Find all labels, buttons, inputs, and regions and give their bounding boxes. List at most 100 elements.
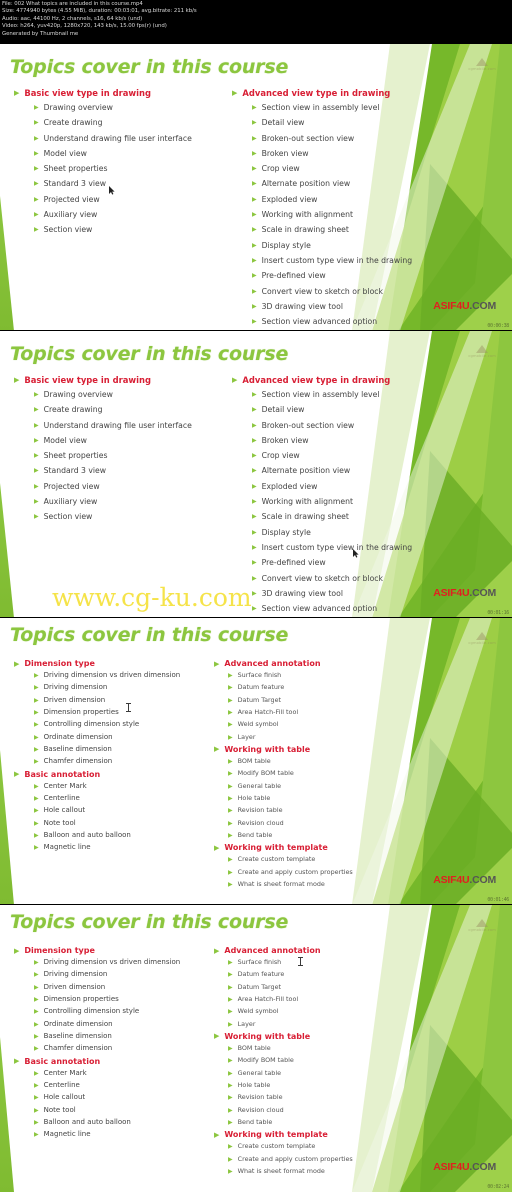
bullet-arrow-icon: ▶	[228, 831, 233, 839]
topic-column-right: ▶ Advanced view type in drawing ▶ Section …	[232, 88, 412, 330]
topic-label: Alternate position view	[261, 179, 351, 189]
topic-column-right: ▶ Advanced view type in drawing ▶ Section …	[232, 375, 412, 617]
topic-label: Scale in drawing sheet	[261, 225, 349, 235]
thumbnail-frame-4[interactable]: cgmobile.com Topics cover in this course…	[0, 905, 512, 1192]
bullet-arrow-icon: ▶	[228, 709, 233, 717]
bullet-arrow-icon: ▶	[252, 272, 257, 280]
bullet-arrow-icon: ▶	[34, 421, 39, 429]
topic-label: Working with alignment	[261, 210, 354, 220]
topic-item: ▶ Revision cloud	[228, 819, 353, 827]
bullet-arrow-icon: ▶	[34, 195, 39, 203]
topic-label: Ordinate dimension	[43, 732, 113, 741]
topic-label: Section view in assembly level	[261, 390, 380, 399]
topic-label: Datum Target	[237, 982, 282, 991]
bullet-arrow-icon: ▶	[34, 971, 39, 979]
slide-canvas-3: cgmobile.com Topics cover in this course…	[0, 618, 512, 904]
thumbnail-frame-3[interactable]: cgmobile.com Topics cover in this course…	[0, 618, 512, 905]
topic-item: ▶ Standard 3 view	[34, 466, 192, 475]
brand-logo: ASIF4U.COM	[433, 587, 496, 599]
bullet-arrow-icon: ▶	[214, 843, 220, 852]
slide-canvas-4: cgmobile.com Topics cover in this course…	[0, 905, 512, 1192]
topic-item: ▶ Driving dimension	[34, 970, 180, 978]
topic-label: Display style	[261, 527, 311, 537]
topic-heading: ▶ Advanced annotation	[214, 946, 353, 955]
bullet-arrow-icon: ▶	[34, 996, 39, 1004]
topic-label: Modify BOM table	[237, 769, 294, 778]
topic-item: ▶ Centerline	[34, 794, 180, 802]
topic-label: Hole callout	[43, 1093, 86, 1102]
topic-label: Layer	[237, 1019, 256, 1028]
topic-label: Datum Target	[237, 695, 282, 704]
topic-label: Area Hatch-Fill tool	[237, 708, 299, 717]
topic-label: General table	[237, 1068, 282, 1077]
topic-item: ▶ Exploded view	[252, 195, 412, 204]
topic-item: ▶ Datum Target	[228, 696, 353, 704]
topic-label: Revision cloud	[237, 1105, 284, 1114]
meta-line-generator: Generated by Thumbnail me	[2, 30, 79, 37]
topic-item: ▶ Working with alignment	[252, 497, 412, 506]
topic-label: Crop view	[261, 164, 300, 174]
brand-logo: ASIF4U.COM	[433, 1161, 496, 1173]
topic-heading: ▶ Advanced view type in drawing	[232, 88, 412, 98]
topic-item: ▶ Insert custom type view in the drawing	[252, 256, 412, 265]
bullet-arrow-icon: ▶	[34, 733, 39, 741]
bullet-arrow-icon: ▶	[34, 819, 39, 827]
bullet-arrow-icon: ▶	[14, 659, 20, 668]
topic-label: Hole table	[237, 1081, 271, 1090]
topic-item: ▶ Chamfer dimension	[34, 757, 180, 765]
topic-label: Model view	[43, 148, 87, 158]
topic-label: Sheet properties	[43, 164, 108, 174]
topic-item: ▶ Section view	[34, 512, 192, 521]
bullet-arrow-icon: ▶	[34, 745, 39, 753]
topic-label: Create and apply custom properties	[237, 1154, 353, 1163]
topic-label: Understand drawing file user interface	[43, 420, 192, 430]
bullet-arrow-icon: ▶	[228, 881, 233, 889]
bullet-arrow-icon: ▶	[34, 482, 39, 490]
topic-item: ▶ Hole callout	[34, 806, 180, 814]
topic-item: ▶ Understand drawing file user interface	[34, 134, 192, 143]
topic-item: ▶ Area Hatch-Fill tool	[228, 995, 353, 1003]
topic-label: Detail view	[261, 405, 305, 415]
thumbnail-frame-1[interactable]: cgmobile.com Topics cover in this course…	[0, 44, 512, 331]
frame-timestamp: 00:01:46	[487, 897, 509, 903]
topic-heading: ▶ Basic annotation	[14, 770, 180, 779]
topic-label: Standard 3 view	[43, 179, 107, 189]
bullet-arrow-icon: ▶	[228, 1143, 233, 1151]
bullet-arrow-icon: ▶	[14, 946, 20, 955]
topic-item: ▶ What is sheet format mode	[228, 880, 353, 888]
topic-label: Balloon and auto balloon	[43, 1117, 131, 1126]
bullet-arrow-icon: ▶	[34, 452, 39, 460]
topic-label: Projected view	[43, 194, 100, 204]
topic-heading: ▶ Working with table	[214, 745, 353, 754]
bullet-arrow-icon: ▶	[228, 996, 233, 1004]
topic-label: Driving dimension vs driven dimension	[43, 958, 181, 967]
topic-label: Area Hatch-Fill tool	[237, 995, 299, 1004]
topic-item: ▶ Projected view	[34, 482, 192, 491]
topic-label: Note tool	[43, 818, 76, 827]
topic-label: Driving dimension	[43, 683, 108, 692]
bullet-arrow-icon: ▶	[34, 406, 39, 414]
bullet-arrow-icon: ▶	[34, 831, 39, 839]
topic-item: ▶ Balloon and auto balloon	[34, 1118, 180, 1126]
topic-item: ▶ Sheet properties	[34, 451, 192, 460]
topic-label: Weld symbol	[237, 1007, 279, 1016]
topic-label: Broken view	[261, 148, 309, 158]
topic-label: Insert custom type view in the drawing	[261, 255, 413, 265]
bullet-arrow-icon: ▶	[34, 149, 39, 157]
bullet-arrow-icon: ▶	[34, 696, 39, 704]
topic-item: ▶ Insert custom type view in the drawing	[252, 543, 412, 552]
topic-item: ▶ Driven dimension	[34, 983, 180, 991]
topic-label: Auxiliary view	[43, 497, 98, 507]
bullet-arrow-icon: ▶	[14, 88, 20, 97]
topic-label: Baseline dimension	[43, 744, 112, 753]
brand-name: ASIF4U	[433, 300, 470, 312]
bullet-arrow-icon: ▶	[252, 318, 257, 326]
topic-item: ▶ Projected view	[34, 195, 192, 204]
topic-item: ▶ Section view in assembly level	[252, 390, 412, 399]
topic-item: ▶ Broken view	[252, 436, 412, 445]
topic-label: Driven dimension	[43, 695, 106, 704]
topic-item: ▶ Revision table	[228, 1093, 353, 1101]
topic-label: Chamfer dimension	[43, 757, 113, 766]
thumbnail-frame-2[interactable]: cgmobile.com Topics cover in this course…	[0, 331, 512, 618]
topic-item: ▶ Broken-out section view	[252, 421, 412, 430]
